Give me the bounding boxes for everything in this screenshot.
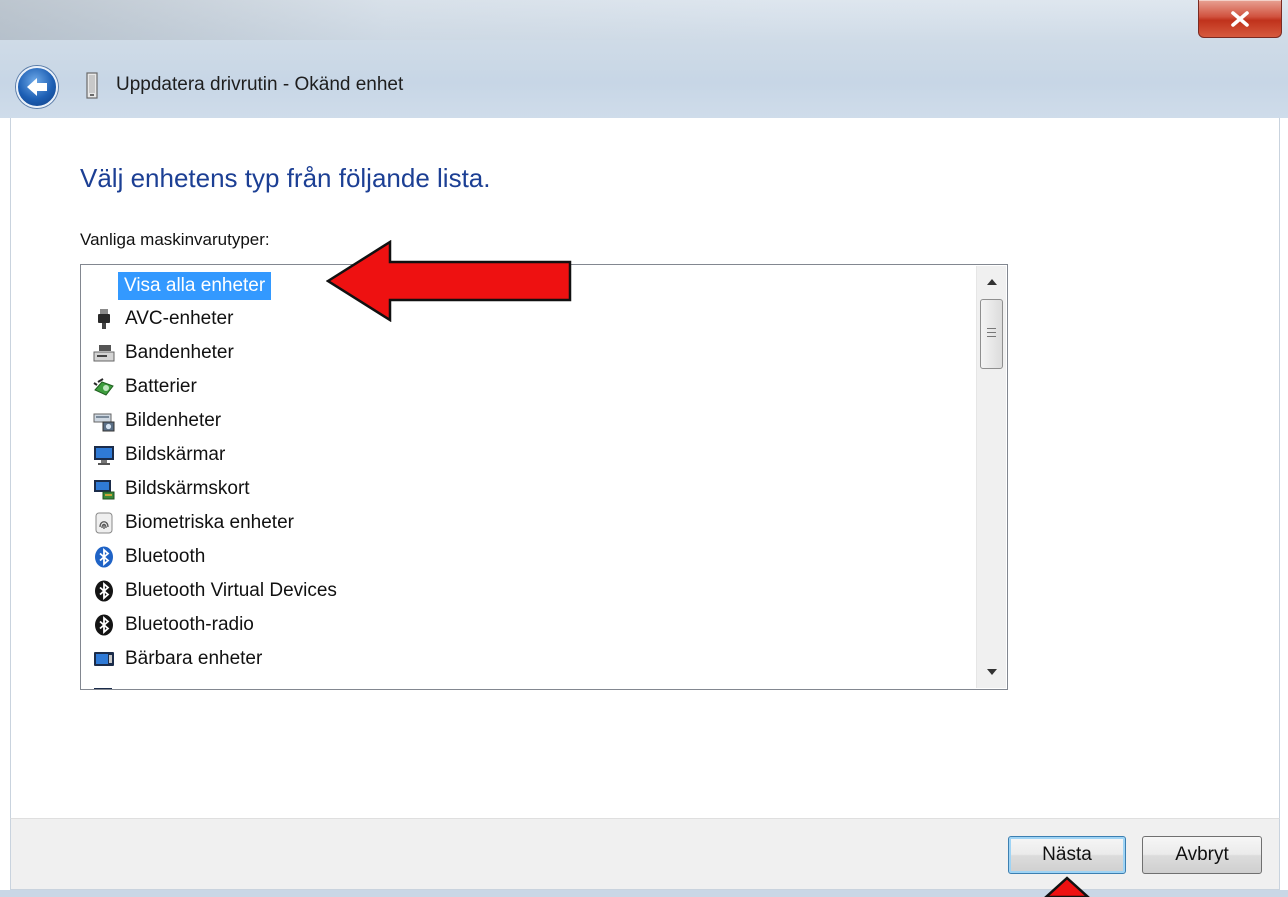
hardware-type-list[interactable]: Visa alla enheter AVC-enheter Bandenhete… [80,264,1008,690]
scroll-thumb[interactable] [980,299,1003,369]
list-item-bluetooth[interactable]: Bluetooth [93,541,205,573]
scroll-grip-icon [987,328,996,340]
list-item-bluetooth-virtual-devices[interactable]: Bluetooth Virtual Devices [93,575,337,607]
scroll-up-arrow-icon [986,279,997,285]
list-item-label: Bildskärmskort [125,478,250,499]
scroll-down-button[interactable] [977,658,1006,686]
list-item-label: Bluetooth-radio [125,614,254,635]
annotation-arrow-up-icon [1044,876,1090,897]
cancel-button[interactable]: Avbryt [1142,836,1262,874]
list-item-label: Visa alla enheter [118,272,272,300]
list-item-label: AVC-enheter [125,308,234,329]
list-item-visa-alla-enheter[interactable]: Visa alla enheter [118,270,272,302]
bluetooth-icon [93,614,115,636]
portable-device-icon [93,648,115,670]
list-item-label: Bärbara enheter [125,648,263,669]
list-item-bandenheter[interactable]: Bandenheter [93,337,234,369]
battery-icon [93,376,115,398]
scroll-up-button[interactable] [977,268,1006,296]
monitor-icon [93,444,115,466]
list-item-bluetooth-radio[interactable]: Bluetooth-radio [93,609,254,641]
list-item-label: Bluetooth [125,546,206,567]
back-arrow-icon [27,78,47,96]
title-bar-background [0,0,1288,40]
list-label: Vanliga maskinvarutyper: [80,230,270,249]
back-button[interactable] [16,66,58,108]
close-icon [1231,10,1249,27]
list-item-bildskarmar[interactable]: Bildskärmar [93,439,225,471]
display-adapter-icon [93,478,115,500]
list-item-label: Batterier [125,376,197,397]
list-item-bildenheter[interactable]: Bildenheter [93,405,221,437]
vertical-scrollbar[interactable] [976,266,1006,688]
list-item-label: Bildskärmar [125,444,226,465]
list-item-label: Bluetooth Virtual Devices [125,580,337,601]
list-item-avc-enheter[interactable]: AVC-enheter [93,303,233,335]
list-item-barbara-enheter[interactable]: Bärbara enheter [93,643,262,675]
usb-plug-icon [93,308,115,330]
list-item-label: Bandenheter [125,342,234,363]
close-button[interactable] [1198,0,1282,38]
fingerprint-icon [93,512,115,534]
partial-item-icon [93,682,115,689]
tape-drive-icon [93,342,115,364]
list-item-batterier[interactable]: Batterier [93,371,197,403]
scanner-camera-icon [93,410,115,432]
scroll-down-arrow-icon [986,669,997,675]
list-item-partial[interactable] [93,677,125,689]
list-item-label: Biometriska enheter [125,512,294,533]
window-bottom-edge [0,890,1288,897]
page-heading: Välj enhetens typ från följande lista. [80,163,491,193]
list-item-biometriska-enheter[interactable]: Biometriska enheter [93,507,294,539]
annotation-arrow-left-icon [326,240,572,322]
device-icon [86,72,98,99]
list-item-label: Bildenheter [125,410,222,431]
bluetooth-icon [93,580,115,602]
bluetooth-icon [93,546,115,568]
next-button[interactable]: Nästa [1008,836,1126,874]
list-item-bildskarmskort[interactable]: Bildskärmskort [93,473,250,505]
title-bar [0,0,1288,118]
window-title: Uppdatera drivrutin - Okänd enhet [116,74,404,95]
